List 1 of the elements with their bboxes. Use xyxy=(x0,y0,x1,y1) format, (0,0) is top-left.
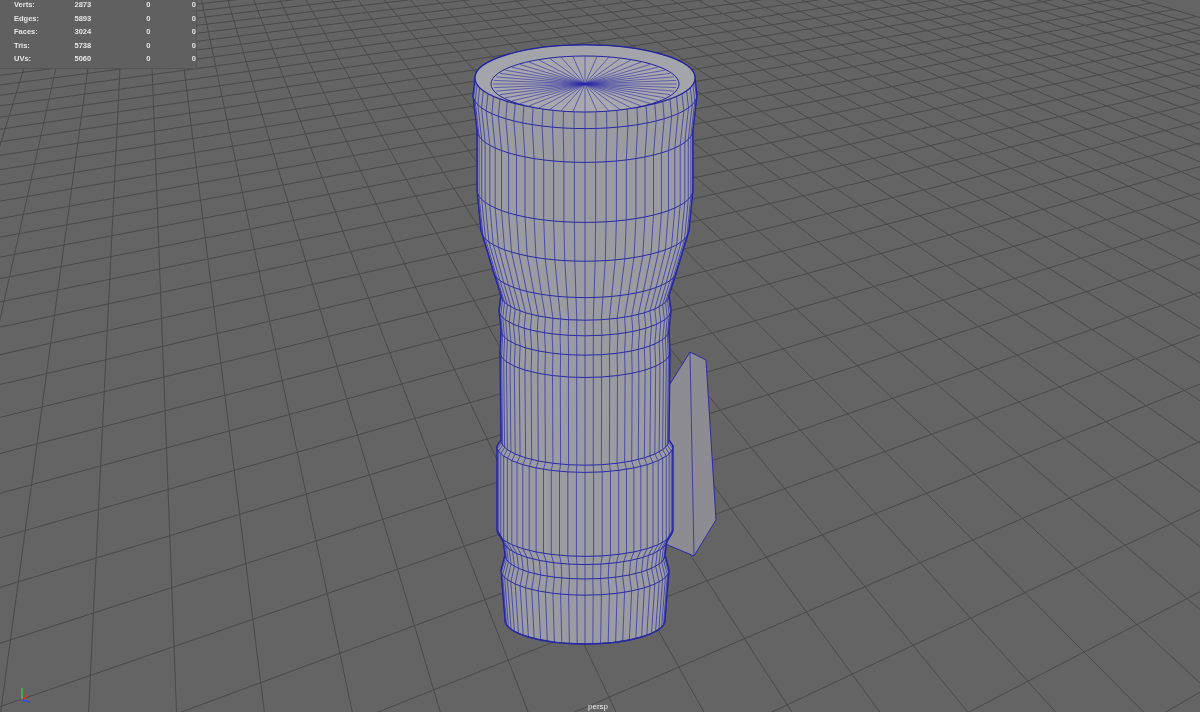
camera-label: persp xyxy=(588,702,608,711)
